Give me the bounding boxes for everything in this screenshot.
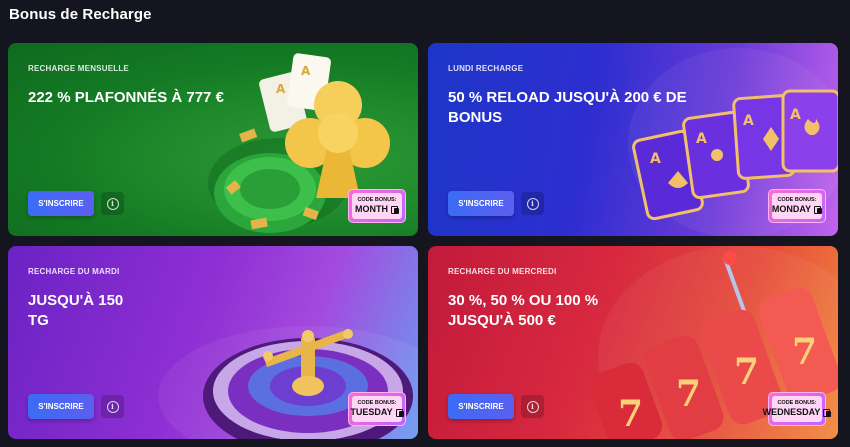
recharge-bonus-page: Bonus de Recharge A A RECHARGE MENSUELLE… xyxy=(0,0,850,447)
signup-button[interactable]: S'INSCRIRE xyxy=(28,394,94,419)
info-button[interactable]: i xyxy=(521,395,544,418)
bonus-code-label: CODE BONUS: xyxy=(777,197,817,203)
card-headline: 50 % RELOAD JUSQU'À 200 € DE BONUS xyxy=(448,89,687,126)
svg-text:A: A xyxy=(790,107,801,123)
card-eyebrow: LUNDI RECHARGE xyxy=(448,64,524,73)
bonus-code-label: CODE BONUS: xyxy=(357,197,397,203)
bonus-cards-grid: A A RECHARGE MENSUELLE 222 % PLAFONNÉS À… xyxy=(8,43,838,439)
card-eyebrow: RECHARGE DU MARDI xyxy=(28,267,120,276)
info-button[interactable]: i xyxy=(101,395,124,418)
info-button[interactable]: i xyxy=(521,192,544,215)
bonus-code-label: CODE BONUS: xyxy=(777,400,817,406)
svg-text:7: 7 xyxy=(676,373,701,415)
svg-text:7: 7 xyxy=(792,331,817,373)
copy-icon xyxy=(391,205,399,214)
copy-icon xyxy=(814,205,823,214)
bonus-code-value: TUESDAY xyxy=(350,407,393,417)
bonus-card-monday: A A A A LUNDI RECHARGE 50 % RELOAD JUSQU… xyxy=(428,43,838,236)
section-title: Bonus de Recharge xyxy=(9,6,152,23)
bonus-code-box[interactable]: CODE BONUS: MONDAY xyxy=(768,189,826,223)
info-icon: i xyxy=(106,197,119,210)
signup-button[interactable]: S'INSCRIRE xyxy=(28,191,94,216)
bonus-code-box[interactable]: CODE BONUS: TUESDAY xyxy=(348,392,406,426)
info-icon: i xyxy=(526,197,539,210)
bonus-code-value: MONDAY xyxy=(771,204,812,214)
bonus-code-value: WEDNESDAY xyxy=(762,407,821,417)
copy-icon xyxy=(823,408,832,417)
bonus-code-label: CODE BONUS: xyxy=(357,400,397,406)
svg-text:A: A xyxy=(696,131,707,147)
bonus-code-box[interactable]: CODE BONUS: WEDNESDAY xyxy=(763,392,832,426)
copy-icon xyxy=(395,408,404,417)
bonus-code-value: MONTH xyxy=(355,204,388,214)
card-headline: JUSQU'À 150 TG xyxy=(28,292,124,329)
signup-button[interactable]: S'INSCRIRE xyxy=(448,191,514,216)
svg-text:7: 7 xyxy=(618,393,643,435)
svg-text:A: A xyxy=(301,64,311,78)
bonus-code-box[interactable]: CODE BONUS: MONTH xyxy=(348,189,406,223)
info-icon: i xyxy=(106,400,119,413)
info-icon: i xyxy=(526,400,539,413)
card-headline: 30 %, 50 % OU 100 % JUSQU'À 500 € xyxy=(448,292,599,329)
card-eyebrow: RECHARGE DU MERCREDI xyxy=(448,267,557,276)
bonus-card-tuesday: RECHARGE DU MARDI JUSQU'À 150 TG S'INSCR… xyxy=(8,246,418,439)
bonus-card-monthly: A A RECHARGE MENSUELLE 222 % PLAFONNÉS À… xyxy=(8,43,418,236)
svg-text:A: A xyxy=(743,113,754,129)
card-eyebrow: RECHARGE MENSUELLE xyxy=(28,64,129,73)
bonus-card-wednesday: 7 7 7 7 RECHARGE DU MERCREDI 30 %, 50 % … xyxy=(428,246,838,439)
svg-text:7: 7 xyxy=(734,351,759,393)
signup-button[interactable]: S'INSCRIRE xyxy=(448,394,514,419)
info-button[interactable]: i xyxy=(101,192,124,215)
card-headline: 222 % PLAFONNÉS À 777 € xyxy=(28,89,224,106)
svg-text:A: A xyxy=(650,151,661,167)
